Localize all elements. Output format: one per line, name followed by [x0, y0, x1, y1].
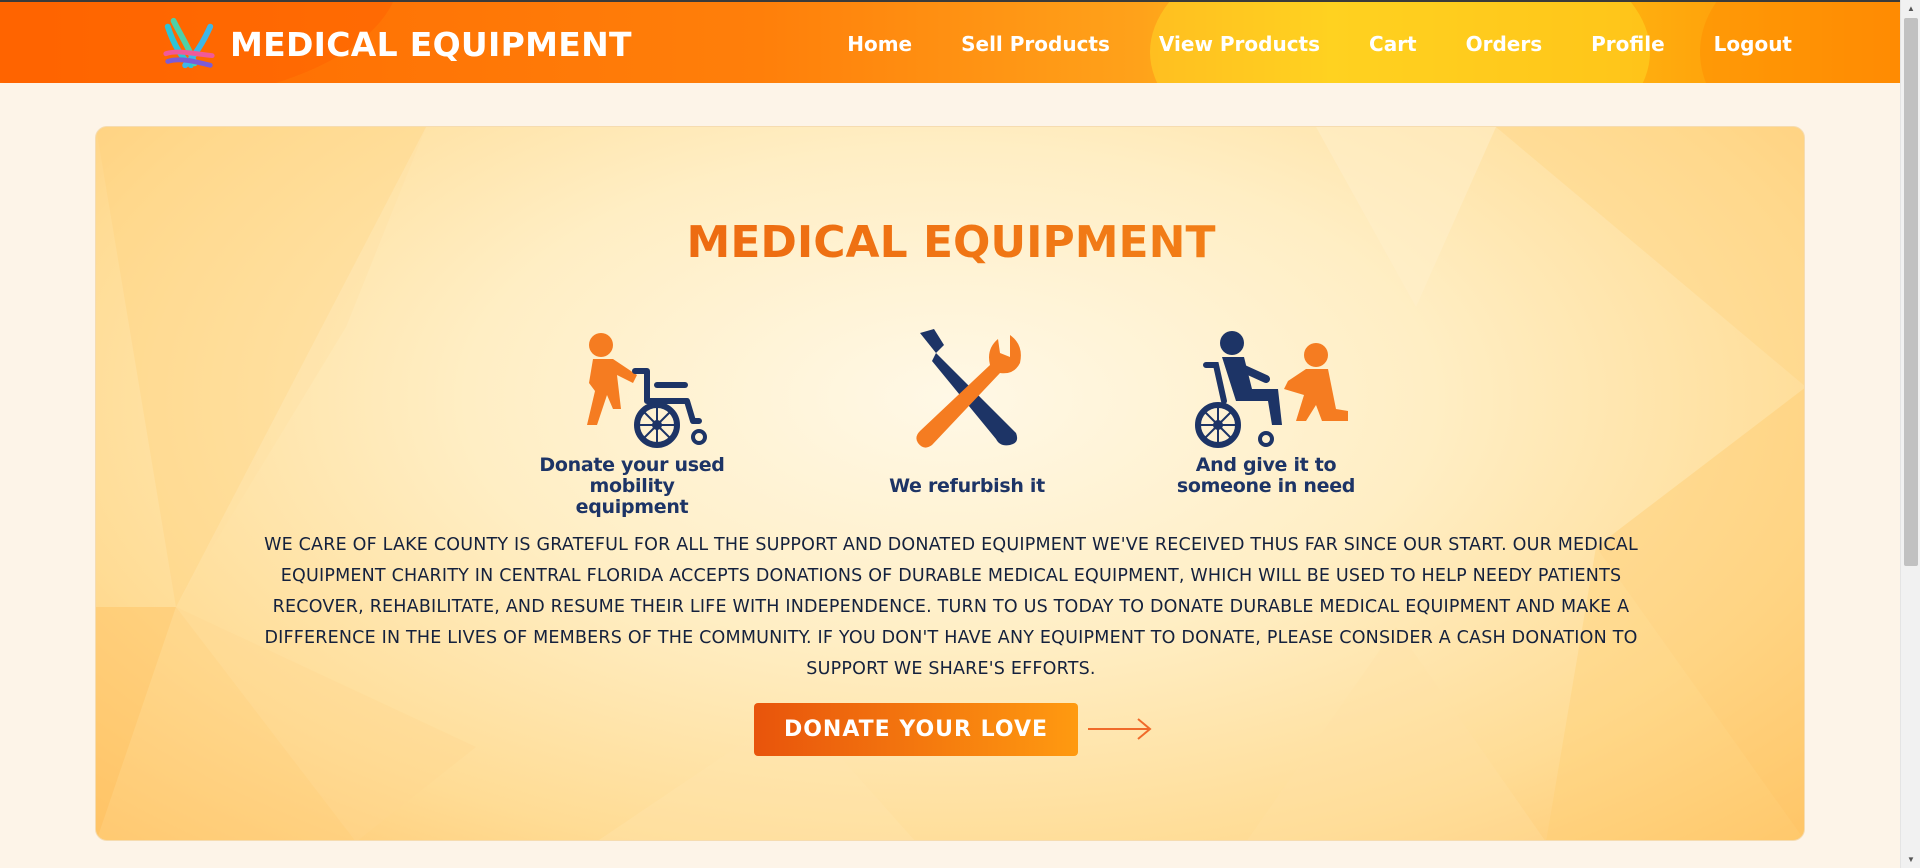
step-donate-caption-2: mobility equipment: [575, 475, 689, 518]
step-donate: Donate your used mobility equipment: [532, 325, 732, 518]
step-refurbish-caption: We refurbish it: [889, 475, 1045, 497]
vertical-scrollbar[interactable]: ▲ ▼: [1900, 0, 1920, 868]
nav-links: Home Sell Products View Products Cart Or…: [798, 2, 1792, 83]
wheelchair-donor-icon: [587, 333, 707, 448]
brand-name: MEDICAL EQUIPMENT: [230, 24, 632, 64]
nav-view-products[interactable]: View Products: [1159, 32, 1320, 56]
step-give: And give it to someone in need: [1161, 325, 1371, 497]
scroll-down-icon[interactable]: ▼: [1901, 851, 1920, 868]
step-give-caption-1: And give it to: [1195, 454, 1337, 476]
nav-sell-products[interactable]: Sell Products: [961, 32, 1110, 56]
brand-logo-icon: [163, 17, 215, 69]
wheelchair-receiver-icon: [1195, 331, 1348, 448]
wrench-screwdriver-icon: [916, 329, 1021, 448]
top-navbar: MEDICAL EQUIPMENT Home Sell Products Vie…: [0, 0, 1900, 83]
nav-home[interactable]: Home: [847, 32, 912, 56]
nav-logout[interactable]: Logout: [1714, 32, 1792, 56]
scrollbar-thumb[interactable]: [1904, 18, 1918, 566]
nav-profile[interactable]: Profile: [1591, 32, 1665, 56]
arrow-right-icon: [1088, 718, 1152, 740]
step-give-caption-2: someone in need: [1176, 475, 1356, 497]
step-refurbish: We refurbish it: [862, 325, 1072, 497]
scroll-up-icon[interactable]: ▲: [1901, 0, 1920, 17]
hero-card: MEDICAL EQUIPMENT Donate your used mobil…: [95, 126, 1805, 841]
donate-button[interactable]: DONATE YOUR LOVE: [754, 703, 1078, 756]
brand[interactable]: MEDICAL EQUIPMENT: [160, 14, 632, 74]
nav-cart[interactable]: Cart: [1369, 32, 1417, 56]
hero-title: MEDICAL EQUIPMENT: [96, 217, 1804, 268]
step-donate-caption-1: Donate your used: [539, 454, 725, 476]
nav-orders[interactable]: Orders: [1466, 32, 1543, 56]
hero-description: WE CARE OF LAKE COUNTY IS GRATEFUL FOR A…: [264, 535, 1638, 679]
